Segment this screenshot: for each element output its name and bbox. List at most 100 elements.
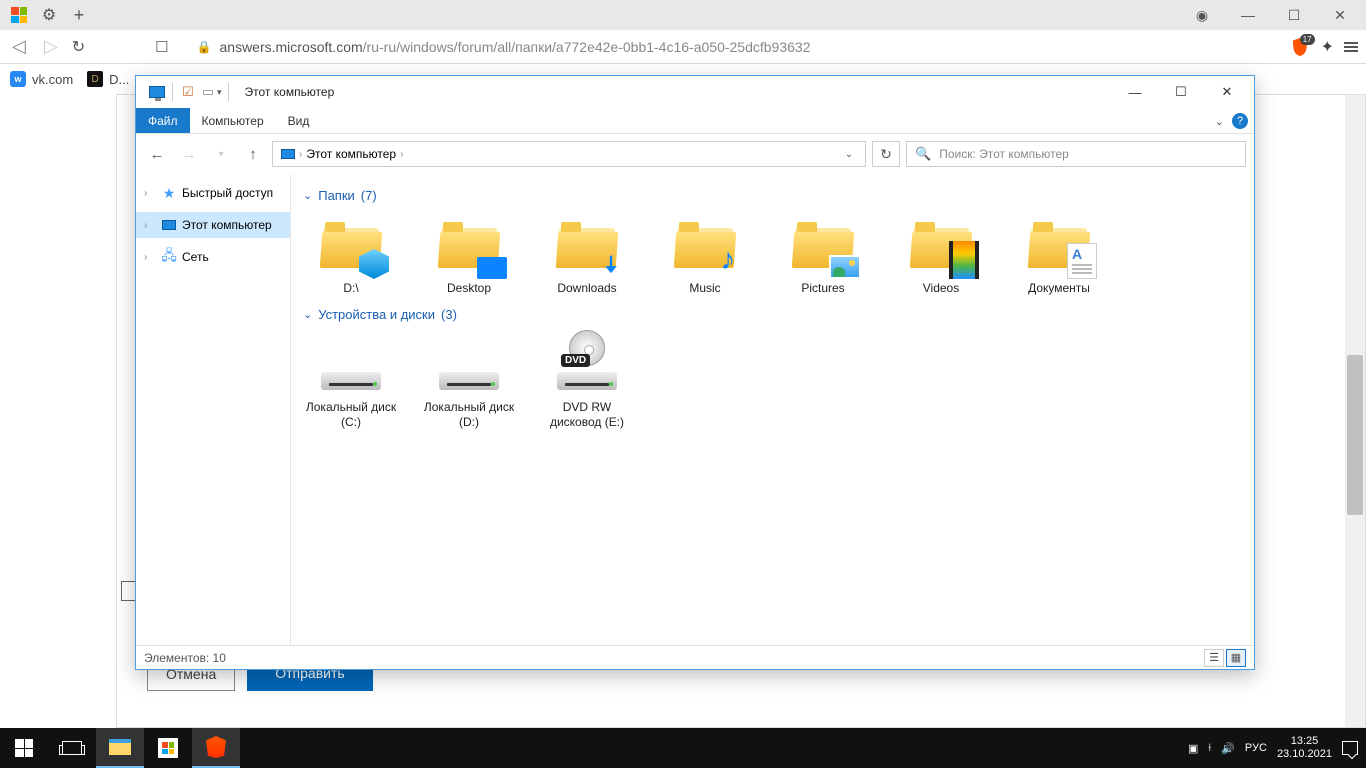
folder-desktop[interactable]: Desktop xyxy=(421,213,517,295)
explorer-maximize[interactable]: ☐ xyxy=(1158,76,1204,108)
qat-dropdown[interactable]: ▾ xyxy=(217,87,222,98)
folder-d-drive[interactable]: D:\ xyxy=(303,213,399,295)
view-details-button[interactable]: ☰ xyxy=(1204,649,1224,667)
tree-expand-icon[interactable]: › xyxy=(144,220,156,231)
tree-item-label: Сеть xyxy=(182,250,209,264)
explorer-up[interactable]: ↑ xyxy=(240,141,266,167)
tray-wifi-icon[interactable]: ⟊ xyxy=(1208,742,1211,755)
item-label: Videos xyxy=(923,281,959,295)
ribbon-view-tab[interactable]: Вид xyxy=(276,108,322,133)
group-devices-header[interactable]: ⌄ Устройства и диски (3) xyxy=(303,307,1242,322)
tray-language[interactable]: РУС xyxy=(1245,742,1267,754)
item-label: Downloads xyxy=(557,281,616,295)
explorer-search[interactable]: 🔍 Поиск: Этот компьютер xyxy=(906,141,1246,167)
tree-this-pc[interactable]: › Этот компьютер xyxy=(136,212,290,238)
document-icon xyxy=(1067,243,1097,279)
item-label: DVD RW дисковод (E:) xyxy=(539,400,635,429)
drive-d[interactable]: Локальный диск (D:) xyxy=(421,332,517,429)
folder-pictures[interactable]: Pictures xyxy=(775,213,871,295)
explorer-address-row: ← → ▾ ↑ › Этот компьютер › ⌄ ↻ 🔍 Поиск: … xyxy=(136,134,1254,174)
browser-toolbar: ◁ ▷ ↻ ☐ 🔒 answers.microsoft.com/ru-ru/wi… xyxy=(0,30,1366,64)
explorer-title: Этот компьютер xyxy=(245,85,335,99)
drive-c[interactable]: Локальный диск (C:) xyxy=(303,332,399,429)
tree-quick-access[interactable]: › ★ Быстрый доступ xyxy=(136,180,290,206)
tree-item-label: Быстрый доступ xyxy=(182,186,273,200)
tab-microsoft[interactable] xyxy=(8,4,30,26)
explorer-window: ☑ ▭ ▾ Этот компьютер — ☐ ✕ Файл Компьюте… xyxy=(135,75,1255,670)
window-minimize[interactable]: — xyxy=(1234,1,1262,29)
picture-icon xyxy=(829,255,861,279)
clock-date: 23.10.2021 xyxy=(1277,748,1332,761)
folder-music[interactable]: ♪ Music xyxy=(657,213,753,295)
taskbar-explorer[interactable] xyxy=(96,728,144,768)
item-label: Music xyxy=(689,281,720,295)
explorer-breadcrumb[interactable]: › Этот компьютер › ⌄ xyxy=(272,141,866,167)
qat-properties-icon[interactable]: ☑ xyxy=(179,83,197,101)
explorer-refresh[interactable]: ↻ xyxy=(872,141,900,167)
explorer-content: ⌄ Папки (7) D:\ Desktop Downloads xyxy=(291,174,1254,645)
taskbar-store[interactable] xyxy=(144,728,192,768)
action-center-icon[interactable] xyxy=(1342,741,1358,755)
chevron-down-icon: ⌄ xyxy=(303,308,312,321)
ribbon-help[interactable]: ? xyxy=(1232,113,1248,129)
browser-menu[interactable] xyxy=(1344,42,1358,52)
explorer-close[interactable]: ✕ xyxy=(1204,76,1250,108)
window-close[interactable]: ✕ xyxy=(1326,1,1354,29)
nav-back[interactable]: ◁ xyxy=(8,36,30,57)
folder-downloads[interactable]: Downloads xyxy=(539,213,635,295)
ribbon-expand[interactable]: ⌄ xyxy=(1215,115,1224,128)
bookmark-d[interactable]: DD... xyxy=(87,71,129,87)
explorer-titlebar[interactable]: ☑ ▭ ▾ Этот компьютер — ☐ ✕ xyxy=(136,76,1254,108)
window-maximize[interactable]: ☐ xyxy=(1280,1,1308,29)
browser-tab-strip: ⚙ + ◉ — ☐ ✕ xyxy=(0,0,1366,30)
group-count: (3) xyxy=(441,307,457,322)
start-button[interactable] xyxy=(0,728,48,768)
desktop-icon xyxy=(477,257,507,279)
nav-forward[interactable]: ▷ xyxy=(40,36,62,57)
tree-item-label: Этот компьютер xyxy=(182,218,272,232)
tray-volume-icon[interactable]: 🔊 xyxy=(1221,742,1235,755)
task-view-button[interactable] xyxy=(48,728,96,768)
explorer-nav-tree: › ★ Быстрый доступ › Этот компьютер › 🖧 … xyxy=(136,174,291,645)
qat-newfolder-icon[interactable]: ▭ xyxy=(199,83,217,101)
extensions-icon[interactable]: ✦ xyxy=(1321,37,1334,57)
tree-expand-icon[interactable]: › xyxy=(144,252,156,263)
qat-thispc-icon[interactable] xyxy=(148,83,166,101)
group-folders-header[interactable]: ⌄ Папки (7) xyxy=(303,188,1242,203)
reload-button[interactable]: ↻ xyxy=(72,37,85,57)
chevron-down-icon: ⌄ xyxy=(303,189,312,202)
status-item-count: Элементов: 10 xyxy=(144,651,226,665)
star-icon: ★ xyxy=(160,185,178,202)
new-tab-button[interactable]: + xyxy=(68,4,90,26)
explorer-recent-dropdown[interactable]: ▾ xyxy=(208,141,234,167)
taskbar-clock[interactable]: 13:25 23.10.2021 xyxy=(1277,735,1332,761)
explorer-back[interactable]: ← xyxy=(144,141,170,167)
search-icon: 🔍 xyxy=(915,146,931,162)
tray-battery-icon[interactable]: ▣ xyxy=(1188,742,1198,755)
page-scrollbar[interactable] xyxy=(1345,95,1365,727)
view-icons-button[interactable]: ▦ xyxy=(1226,649,1246,667)
item-label: D:\ xyxy=(343,281,358,295)
folder-documents[interactable]: Документы xyxy=(1011,213,1107,295)
address-bar[interactable]: 🔒 answers.microsoft.com/ru-ru/windows/fo… xyxy=(179,39,1279,55)
breadcrumb-thispc[interactable]: Этот компьютер xyxy=(302,147,400,161)
folder-videos[interactable]: Videos xyxy=(893,213,989,295)
music-icon: ♪ xyxy=(713,245,743,279)
taskbar-brave[interactable] xyxy=(192,728,240,768)
ribbon-computer-tab[interactable]: Компьютер xyxy=(190,108,276,133)
drive-dvd[interactable]: DVD DVD RW дисковод (E:) xyxy=(539,332,635,429)
tree-network[interactable]: › 🖧 Сеть xyxy=(136,244,290,270)
profile-icon[interactable]: ◉ xyxy=(1188,1,1216,29)
explorer-forward[interactable]: → xyxy=(176,141,202,167)
explorer-minimize[interactable]: — xyxy=(1112,76,1158,108)
shields-icon[interactable]: 17 xyxy=(1289,36,1311,58)
tab-settings[interactable]: ⚙ xyxy=(38,4,60,26)
tree-expand-icon[interactable]: › xyxy=(144,188,156,199)
bookmark-vk[interactable]: wvk.com xyxy=(10,71,73,87)
download-icon xyxy=(597,251,625,279)
clock-time: 13:25 xyxy=(1277,735,1332,748)
bookmark-icon[interactable]: ☐ xyxy=(155,38,168,56)
ribbon-file-tab[interactable]: Файл xyxy=(136,108,190,133)
video-icon xyxy=(949,241,979,279)
breadcrumb-dropdown[interactable]: ⌄ xyxy=(837,149,861,160)
